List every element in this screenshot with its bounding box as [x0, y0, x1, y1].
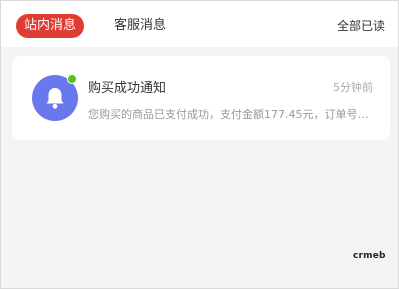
unread-dot — [67, 74, 77, 84]
watermark-text: crmeb — [353, 251, 386, 261]
crmeb-logo: crmeb — [353, 251, 386, 261]
page-frame: 站内消息 客服消息 全部已读 购买成功通知 5分钟前 您购买的商品已支付成功，支… — [0, 0, 399, 289]
mark-all-read-button[interactable]: 全部已读 — [337, 14, 385, 38]
message-item[interactable]: 购买成功通知 5分钟前 您购买的商品已支付成功，支付金额177.45元，订单号：… — [12, 56, 390, 140]
tab-site-messages[interactable]: 站内消息 — [16, 14, 85, 38]
message-preview: 您购买的商品已支付成功，支付金额177.45元，订单号：... — [88, 108, 373, 121]
message-tabs-bar: 站内消息 客服消息 全部已读 — [1, 1, 398, 47]
tab-customer-service-messages[interactable]: 客服消息 — [114, 14, 166, 38]
message-time: 5分钟前 — [333, 81, 373, 94]
message-title: 购买成功通知 — [88, 81, 167, 96]
